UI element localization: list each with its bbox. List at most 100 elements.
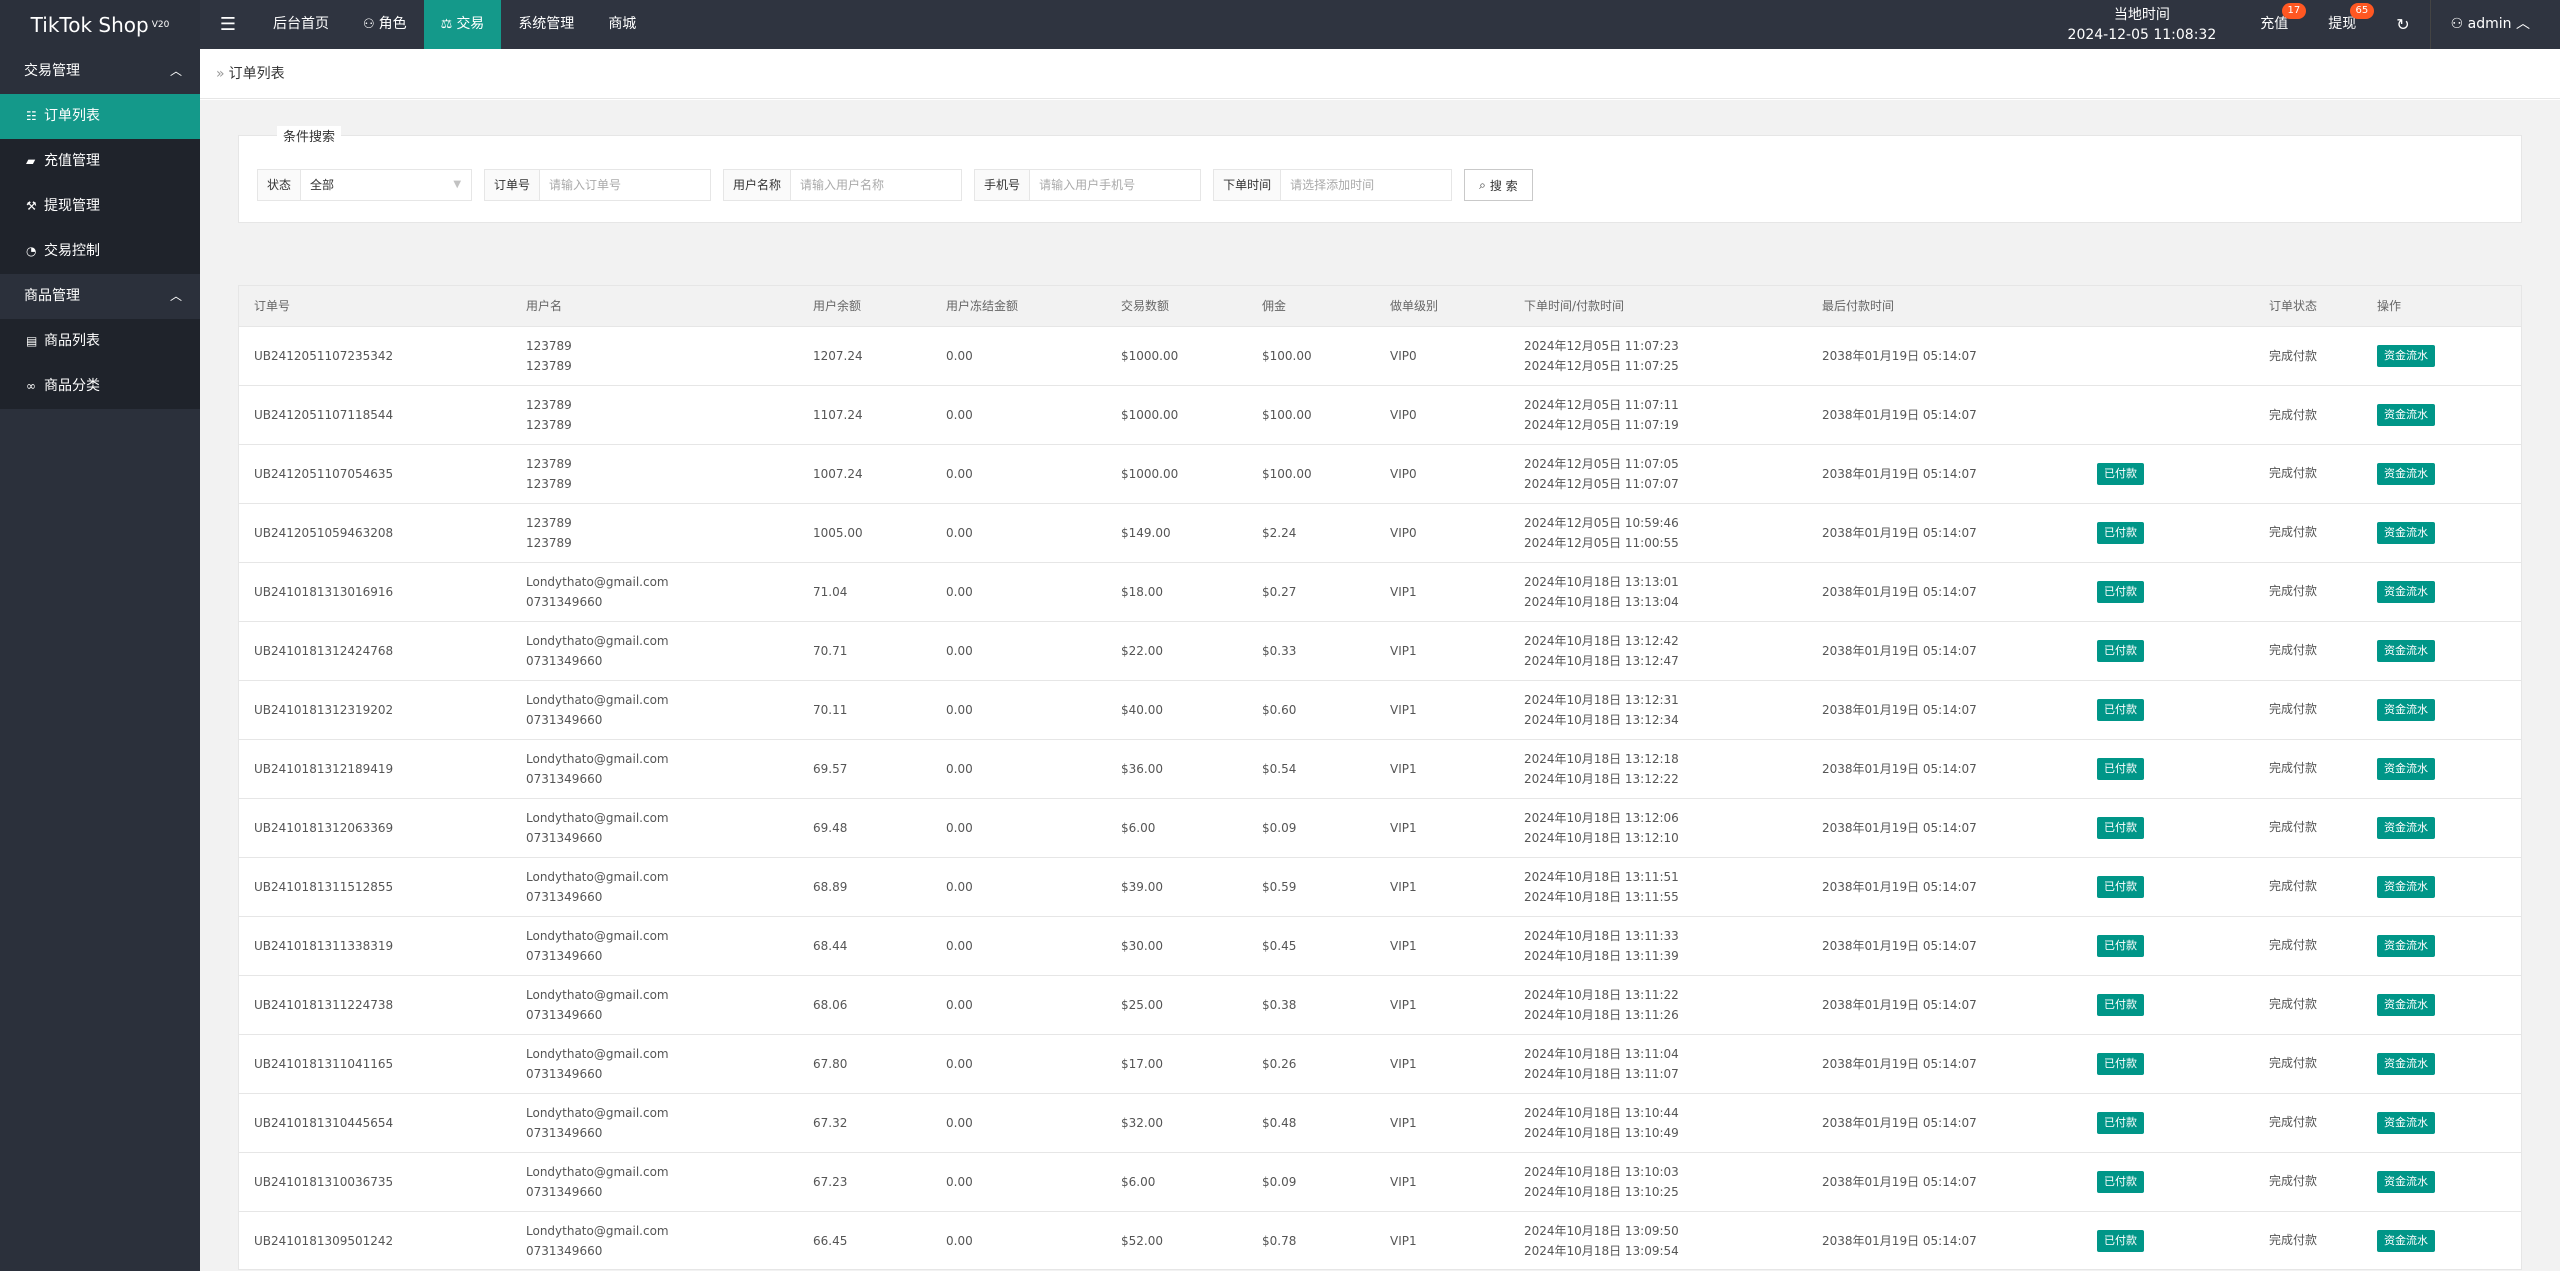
commission: $0.33 [1262,643,1297,658]
fund-flow-button[interactable]: 资金流水 [2377,1111,2435,1134]
fund-flow-button[interactable]: 资金流水 [2377,875,2435,898]
fund-flow-button[interactable]: 资金流水 [2377,580,2435,603]
chevron-down-icon: ▼ [453,179,462,190]
search-button[interactable]: ⌕ 搜 索 [1464,169,1533,201]
last-pay-time: 2038年01月19日 05:14:07 [1822,348,1977,363]
content-panel: 条件搜索 状态 全部 ▼ 订单号 用户名称 [200,100,2560,1271]
order-time: 2024年10月18日 13:12:18 [1524,751,1679,766]
frozen-amount: 0.00 [946,584,973,599]
last-pay-time: 2038年01月19日 05:14:07 [1822,820,1977,835]
user-phone: 0731349660 [526,594,603,609]
action-cell: 资金流水 [2317,1152,2521,1211]
fund-flow-button[interactable]: 资金流水 [2377,698,2435,721]
recharge-button[interactable]: 充值 17 [2240,0,2308,49]
admin-menu[interactable]: ⚇ admin ︿ [2429,0,2560,49]
paid-tag: 已付款 [2097,993,2144,1016]
vip-level: VIP0 [1390,466,1417,481]
vip-level: VIP1 [1390,643,1417,658]
search-icon: ⌕ [1479,177,1486,192]
order-time: 2024年10月18日 13:13:01 [1524,574,1679,589]
sidebar: 交易管理 ︿ ☷ 订单列表 ▰ 充值管理 ⚒ 提现管理 ◔ 交易控制 商品管理 ︿ ▤ 商… [0,49,200,1271]
trade-amount: $25.00 [1121,997,1163,1012]
pay-time: 2024年10月18日 13:11:39 [1524,948,1679,963]
breadcrumb-current[interactable]: 订单列表 [229,66,285,82]
sidebar-item-goods-list[interactable]: ▤ 商品列表 [0,319,200,364]
order-no: UB2410181312189419 [254,761,394,776]
commission: $0.78 [1262,1233,1297,1248]
order-time: 2024年10月18日 13:12:42 [1524,633,1679,648]
order-status: 完成付款 [2268,701,2317,716]
table-row: UB2412051107235342 123789 123789 1207.24 0.0… [239,326,2521,385]
balance: 66.45 [813,1233,848,1248]
order-no: UB2410181310445654 [254,1115,394,1130]
order-no: UB2410181309501242 [254,1233,394,1248]
refresh-icon[interactable]: ↻ [2376,15,2429,34]
sidebar-group-trade[interactable]: 交易管理 ︿ [0,49,200,94]
search-legend: 条件搜索 [277,126,342,145]
fund-flow-button[interactable]: 资金流水 [2377,521,2435,544]
col-amount: 交易数额 [1106,286,1247,327]
commission: $0.60 [1262,702,1297,717]
fund-flow-button[interactable]: 资金流水 [2377,462,2435,485]
fund-flow-button[interactable]: 资金流水 [2377,993,2435,1016]
fund-flow-button[interactable]: 资金流水 [2377,934,2435,957]
commission: $100.00 [1262,407,1312,422]
paid-tag: 已付款 [2097,698,2144,721]
phone-input[interactable] [1030,170,1201,200]
pay-time: 2024年10月18日 13:11:07 [1524,1066,1679,1081]
username-label: 用户名称 [724,170,792,200]
sidebar-item-trade-control[interactable]: ◔ 交易控制 [0,229,200,274]
order-time: 2024年10月18日 13:10:03 [1524,1164,1679,1179]
order-times: 2024年10月18日 13:11:04 2024年10月18日 13:11:07 [1509,1034,1807,1093]
hamburger-icon[interactable]: ☰ [200,14,256,35]
col-balance: 用户余额 [798,286,931,327]
nav-item-trade[interactable]: ⚖ 交易 [423,0,502,49]
username-input[interactable] [791,170,962,200]
time-label: 下单时间 [1214,170,1282,200]
table-row: UB2410181312424768 Londythato@gmail.com 07… [239,621,2521,680]
status-select[interactable]: 全部 ▼ [301,170,471,200]
last-pay-time: 2038年01月19日 05:14:07 [1822,1056,1977,1071]
sidebar-item-withdraw[interactable]: ⚒ 提现管理 [0,184,200,229]
breadcrumb: » 订单列表 [200,49,2560,99]
last-pay-time: 2038年01月19日 05:14:07 [1822,997,1977,1012]
nav-item-mall[interactable]: 商城 [591,0,653,49]
admin-label: admin [2467,16,2512,32]
fund-flow-button[interactable]: 资金流水 [2377,757,2435,780]
fund-flow-button[interactable]: 资金流水 [2377,403,2435,426]
user-phone: 0731349660 [526,712,603,727]
sidebar-item-label: 商品列表 [44,333,100,349]
fund-flow-button[interactable]: 资金流水 [2377,1052,2435,1075]
sidebar-item-recharge[interactable]: ▰ 充值管理 [0,139,200,184]
order-status: 完成付款 [2268,878,2317,893]
sidebar-item-goods-category[interactable]: ∞ 商品分类 [0,364,200,409]
fund-flow-button[interactable]: 资金流水 [2377,1170,2435,1193]
fund-flow-button[interactable]: 资金流水 [2377,816,2435,839]
withdraw-button[interactable]: 提现 65 [2308,0,2376,49]
nav-item-roles[interactable]: ⚇ 角色 [346,0,424,49]
nav-item-system[interactable]: 系统管理 [501,0,591,49]
order-times: 2024年12月05日 10:59:46 2024年12月05日 11:00:55 [1509,503,1807,562]
trade-amount: $6.00 [1121,820,1156,835]
order-no: UB2410181311224738 [254,997,394,1012]
fund-flow-button[interactable]: 资金流水 [2377,344,2435,367]
order-input[interactable] [540,170,711,200]
col-level: 做单级别 [1375,286,1509,327]
fund-flow-button[interactable]: 资金流水 [2377,639,2435,662]
nav-item-home[interactable]: 后台首页 [256,0,346,49]
trade-amount: $1000.00 [1121,348,1179,363]
user-cell: 123789 123789 [511,326,798,385]
order-no: UB2410181311512855 [254,879,394,894]
user-phone: 0731349660 [526,653,603,668]
app-logo[interactable]: TikTok Shop V20 [0,0,200,49]
username-field: 用户名称 [723,169,963,201]
top-nav: 后台首页 ⚇ 角色 ⚖ 交易 系统管理 商城 [256,0,653,49]
time-input[interactable] [1281,170,1452,200]
fund-flow-button[interactable]: 资金流水 [2377,1229,2435,1252]
trade-amount: $17.00 [1121,1056,1163,1071]
status-cell: 已付款 完成付款 [2097,739,2317,798]
pay-time: 2024年10月18日 13:12:47 [1524,653,1679,668]
sidebar-group-goods[interactable]: 商品管理 ︿ [0,274,200,319]
dashboard-icon: ◔ [26,244,37,258]
sidebar-item-order-list[interactable]: ☷ 订单列表 [0,94,200,139]
